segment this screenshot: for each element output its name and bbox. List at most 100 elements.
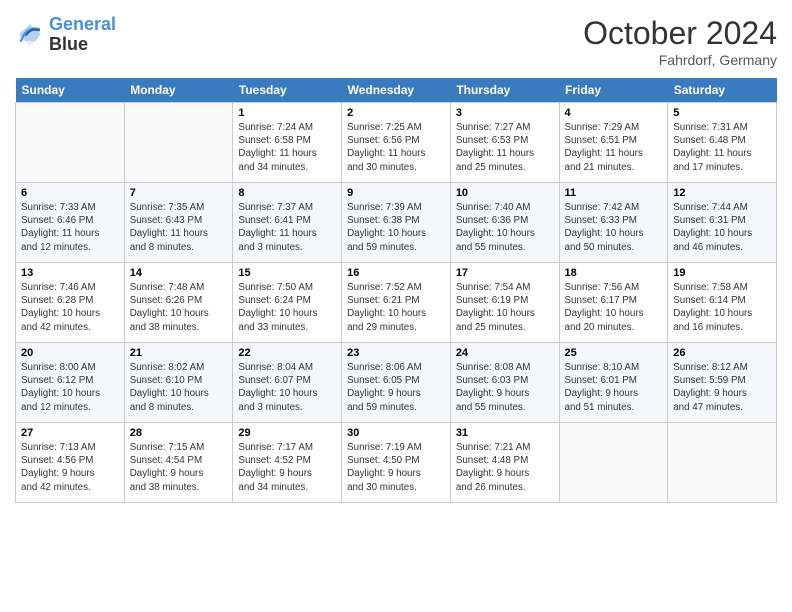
calendar-cell: 7 Sunrise: 7:35 AM Sunset: 6:43 PM Daylig…	[124, 183, 233, 263]
calendar-cell: 4Sunrise: 7:29 AM Sunset: 6:51 PM Daylig…	[559, 103, 668, 183]
day-info: Sunrise: 7:46 AM Sunset: 6:28 PM Dayligh…	[21, 281, 119, 334]
day-info: Sunrise: 7:52 AM Sunset: 6:21 PM Dayligh…	[347, 281, 445, 334]
day-info: Sunrise: 7:54 AM Sunset: 6:19 PM Dayligh…	[456, 281, 554, 334]
logo-line2: Blue	[49, 34, 88, 54]
calendar-cell: 11 Sunrise: 7:42 AM Sunset: 6:33 PM Dayli…	[559, 183, 668, 263]
day-info: Sunrise: 8:06 AM Sunset: 6:05 PM Dayligh…	[347, 361, 445, 414]
day-number: 6	[21, 187, 119, 199]
day-number: 7	[130, 187, 228, 199]
day-number: 10	[456, 187, 554, 199]
weekday-header: Thursday	[450, 78, 559, 103]
calendar-cell: 31 Sunrise: 7:21 AM Sunset: 4:48 PM Dayli…	[450, 423, 559, 503]
day-info: Sunrise: 8:00 AM Sunset: 6:12 PM Dayligh…	[21, 361, 119, 414]
day-info: Sunrise: 7:58 AM Sunset: 6:14 PM Dayligh…	[673, 281, 771, 334]
day-info: Sunrise: 7:25 AM Sunset: 6:56 PM Dayligh…	[347, 121, 445, 174]
day-info: Sunrise: 7:29 AM Sunset: 6:51 PM Dayligh…	[565, 121, 663, 174]
weekday-header: Monday	[124, 78, 233, 103]
weekday-header: Tuesday	[233, 78, 342, 103]
weekday-header: Friday	[559, 78, 668, 103]
calendar-cell: 24Sunrise: 8:08 AM Sunset: 6:03 PM Dayli…	[450, 343, 559, 423]
day-info: Sunrise: 7:24 AM Sunset: 6:58 PM Dayligh…	[238, 121, 336, 174]
calendar-cell: 18 Sunrise: 7:56 AM Sunset: 6:17 PM Dayli…	[559, 263, 668, 343]
day-info: Sunrise: 7:17 AM Sunset: 4:52 PM Dayligh…	[238, 441, 336, 494]
day-info: Sunrise: 7:21 AM Sunset: 4:48 PM Dayligh…	[456, 441, 554, 494]
day-info: Sunrise: 7:13 AM Sunset: 4:56 PM Dayligh…	[21, 441, 119, 494]
calendar-cell: 9 Sunrise: 7:39 AM Sunset: 6:38 PM Daylig…	[342, 183, 451, 263]
logo: General Blue	[15, 15, 116, 55]
calendar-week-row: 27 Sunrise: 7:13 AM Sunset: 4:56 PM Dayli…	[16, 423, 777, 503]
calendar-cell: 10Sunrise: 7:40 AM Sunset: 6:36 PM Dayli…	[450, 183, 559, 263]
calendar-header-row: SundayMondayTuesdayWednesdayThursdayFrid…	[16, 78, 777, 103]
day-number: 2	[347, 107, 445, 119]
calendar-cell	[668, 423, 777, 503]
calendar-cell: 2 Sunrise: 7:25 AM Sunset: 6:56 PM Daylig…	[342, 103, 451, 183]
day-number: 1	[238, 107, 336, 119]
day-number: 5	[673, 107, 771, 119]
calendar-cell: 25 Sunrise: 8:10 AM Sunset: 6:01 PM Dayli…	[559, 343, 668, 423]
day-info: Sunrise: 7:56 AM Sunset: 6:17 PM Dayligh…	[565, 281, 663, 334]
calendar-cell: 28 Sunrise: 7:15 AM Sunset: 4:54 PM Dayli…	[124, 423, 233, 503]
calendar-week-row: 1 Sunrise: 7:24 AM Sunset: 6:58 PM Daylig…	[16, 103, 777, 183]
calendar-cell	[559, 423, 668, 503]
day-number: 18	[565, 267, 663, 279]
day-info: Sunrise: 8:10 AM Sunset: 6:01 PM Dayligh…	[565, 361, 663, 414]
day-info: Sunrise: 7:37 AM Sunset: 6:41 PM Dayligh…	[238, 201, 336, 254]
weekday-header: Wednesday	[342, 78, 451, 103]
day-info: Sunrise: 7:44 AM Sunset: 6:31 PM Dayligh…	[673, 201, 771, 254]
day-number: 20	[21, 347, 119, 359]
day-number: 19	[673, 267, 771, 279]
logo-line1: General	[49, 14, 116, 34]
day-number: 13	[21, 267, 119, 279]
calendar-cell: 8 Sunrise: 7:37 AM Sunset: 6:41 PM Daylig…	[233, 183, 342, 263]
calendar-cell: 23Sunrise: 8:06 AM Sunset: 6:05 PM Dayli…	[342, 343, 451, 423]
day-number: 27	[21, 427, 119, 439]
calendar-cell: 5 Sunrise: 7:31 AM Sunset: 6:48 PM Daylig…	[668, 103, 777, 183]
day-number: 16	[347, 267, 445, 279]
calendar-table: SundayMondayTuesdayWednesdayThursdayFrid…	[15, 78, 777, 503]
calendar-week-row: 6Sunrise: 7:33 AM Sunset: 6:46 PM Daylig…	[16, 183, 777, 263]
day-number: 30	[347, 427, 445, 439]
logo-name: General Blue	[49, 15, 116, 55]
calendar-cell	[16, 103, 125, 183]
day-number: 9	[347, 187, 445, 199]
calendar-cell: 1 Sunrise: 7:24 AM Sunset: 6:58 PM Daylig…	[233, 103, 342, 183]
calendar-cell: 22Sunrise: 8:04 AM Sunset: 6:07 PM Dayli…	[233, 343, 342, 423]
calendar-cell: 14Sunrise: 7:48 AM Sunset: 6:26 PM Dayli…	[124, 263, 233, 343]
title-block: October 2024 Fahrdorf, Germany	[583, 15, 777, 68]
page-header: General Blue October 2024 Fahrdorf, Germ…	[15, 15, 777, 68]
day-info: Sunrise: 8:08 AM Sunset: 6:03 PM Dayligh…	[456, 361, 554, 414]
day-number: 31	[456, 427, 554, 439]
day-info: Sunrise: 8:12 AM Sunset: 5:59 PM Dayligh…	[673, 361, 771, 414]
calendar-cell: 13 Sunrise: 7:46 AM Sunset: 6:28 PM Dayli…	[16, 263, 125, 343]
day-number: 28	[130, 427, 228, 439]
day-info: Sunrise: 7:15 AM Sunset: 4:54 PM Dayligh…	[130, 441, 228, 494]
weekday-header: Saturday	[668, 78, 777, 103]
day-info: Sunrise: 7:39 AM Sunset: 6:38 PM Dayligh…	[347, 201, 445, 254]
day-info: Sunrise: 7:19 AM Sunset: 4:50 PM Dayligh…	[347, 441, 445, 494]
day-number: 8	[238, 187, 336, 199]
day-number: 25	[565, 347, 663, 359]
day-number: 22	[238, 347, 336, 359]
day-info: Sunrise: 7:31 AM Sunset: 6:48 PM Dayligh…	[673, 121, 771, 174]
day-number: 12	[673, 187, 771, 199]
calendar-cell: 12 Sunrise: 7:44 AM Sunset: 6:31 PM Dayli…	[668, 183, 777, 263]
day-number: 21	[130, 347, 228, 359]
month-title: October 2024	[583, 15, 777, 52]
day-number: 29	[238, 427, 336, 439]
calendar-cell: 27 Sunrise: 7:13 AM Sunset: 4:56 PM Dayli…	[16, 423, 125, 503]
location-subtitle: Fahrdorf, Germany	[583, 52, 777, 68]
calendar-cell: 26Sunrise: 8:12 AM Sunset: 5:59 PM Dayli…	[668, 343, 777, 423]
day-info: Sunrise: 7:42 AM Sunset: 6:33 PM Dayligh…	[565, 201, 663, 254]
day-number: 3	[456, 107, 554, 119]
calendar-cell: 15Sunrise: 7:50 AM Sunset: 6:24 PM Dayli…	[233, 263, 342, 343]
calendar-cell: 21 Sunrise: 8:02 AM Sunset: 6:10 PM Dayli…	[124, 343, 233, 423]
day-info: Sunrise: 7:27 AM Sunset: 6:53 PM Dayligh…	[456, 121, 554, 174]
day-info: Sunrise: 8:02 AM Sunset: 6:10 PM Dayligh…	[130, 361, 228, 414]
calendar-week-row: 13 Sunrise: 7:46 AM Sunset: 6:28 PM Dayli…	[16, 263, 777, 343]
calendar-cell: 30 Sunrise: 7:19 AM Sunset: 4:50 PM Dayli…	[342, 423, 451, 503]
calendar-cell: 6Sunrise: 7:33 AM Sunset: 6:46 PM Daylig…	[16, 183, 125, 263]
day-number: 11	[565, 187, 663, 199]
day-info: Sunrise: 7:35 AM Sunset: 6:43 PM Dayligh…	[130, 201, 228, 254]
weekday-header: Sunday	[16, 78, 125, 103]
calendar-cell: 17Sunrise: 7:54 AM Sunset: 6:19 PM Dayli…	[450, 263, 559, 343]
